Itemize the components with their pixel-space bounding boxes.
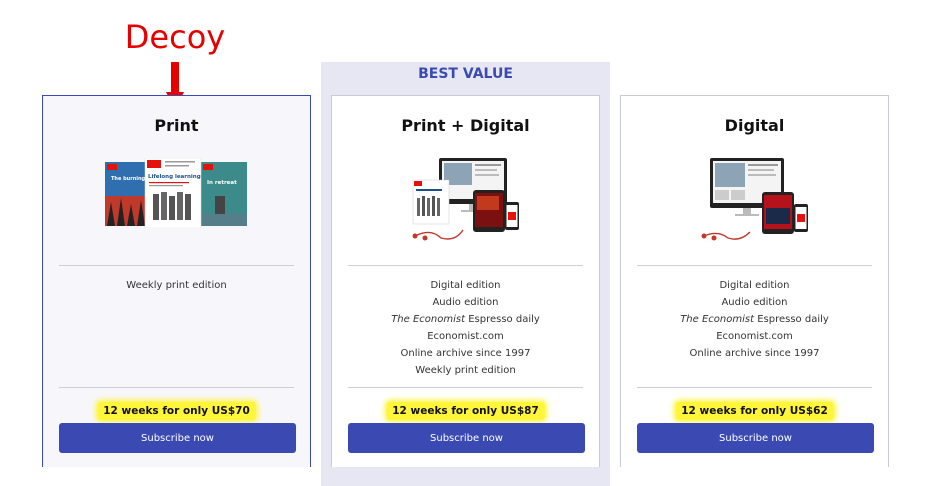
devices-and-magazine-image: [412, 158, 519, 241]
price-offer: 12 weeks for only US$62: [675, 402, 834, 420]
plan-card-print: Print The burning question In retreat Li…: [42, 95, 311, 467]
divider: [59, 387, 294, 388]
feature-item: Audio edition: [432, 297, 499, 308]
devices-image: [701, 158, 808, 241]
divider: [637, 265, 872, 266]
feature-item: Economist.com: [716, 331, 793, 342]
divider: [59, 265, 294, 266]
subscribe-button-print-digital[interactable]: Subscribe now: [348, 423, 585, 453]
svg-text:Lifelong learning: Lifelong learning: [148, 174, 201, 180]
best-value-label: BEST VALUE: [418, 66, 513, 82]
feature-item: Weekly print edition: [126, 280, 227, 291]
earphones: [703, 231, 750, 240]
subscribe-button-print[interactable]: Subscribe now: [59, 423, 296, 453]
magazine-covers-image: The burning question In retreat Lifelong…: [104, 158, 247, 228]
divider: [348, 387, 583, 388]
magazine: [412, 179, 449, 225]
magazine-cover-right: In retreat: [200, 162, 247, 226]
tablet: [761, 192, 794, 234]
price-offer: 12 weeks for only US$70: [97, 402, 256, 420]
feature-item: Online archive since 1997: [400, 348, 531, 359]
plan-card-digital: Digital Digital edition Audio edition Th…: [620, 95, 889, 467]
magazine-cover-center: Lifelong learning: [144, 158, 201, 228]
feature-item: Economist.com: [427, 331, 504, 342]
feature-list: Weekly print edition: [43, 277, 310, 294]
divider: [348, 265, 583, 266]
feature-item: The Economist Espresso daily: [391, 314, 540, 325]
svg-text:In retreat: In retreat: [207, 180, 237, 186]
feature-item: Audio edition: [721, 297, 788, 308]
feature-item: The Economist Espresso daily: [680, 314, 829, 325]
earphones: [414, 229, 464, 240]
feature-list: Digital edition Audio edition The Econom…: [621, 277, 888, 362]
tablet: [472, 190, 505, 232]
phone: [504, 202, 519, 230]
plan-title: Print: [154, 116, 199, 135]
phone: [793, 204, 808, 232]
divider: [637, 387, 872, 388]
feature-item: Online archive since 1997: [689, 348, 820, 359]
feature-item: Weekly print edition: [415, 365, 516, 376]
decoy-annotation: Decoy: [124, 18, 226, 56]
subscribe-button-digital[interactable]: Subscribe now: [637, 423, 874, 453]
feature-list: Digital edition Audio edition The Econom…: [332, 277, 599, 379]
plan-card-print-digital: Print + Digital Digital edition Audio ed…: [331, 95, 600, 467]
feature-item: Digital edition: [430, 280, 501, 291]
price-offer: 12 weeks for only US$87: [386, 402, 545, 420]
feature-item: Digital edition: [719, 280, 790, 291]
plan-title: Digital: [724, 116, 785, 135]
plan-title: Print + Digital: [401, 116, 530, 135]
